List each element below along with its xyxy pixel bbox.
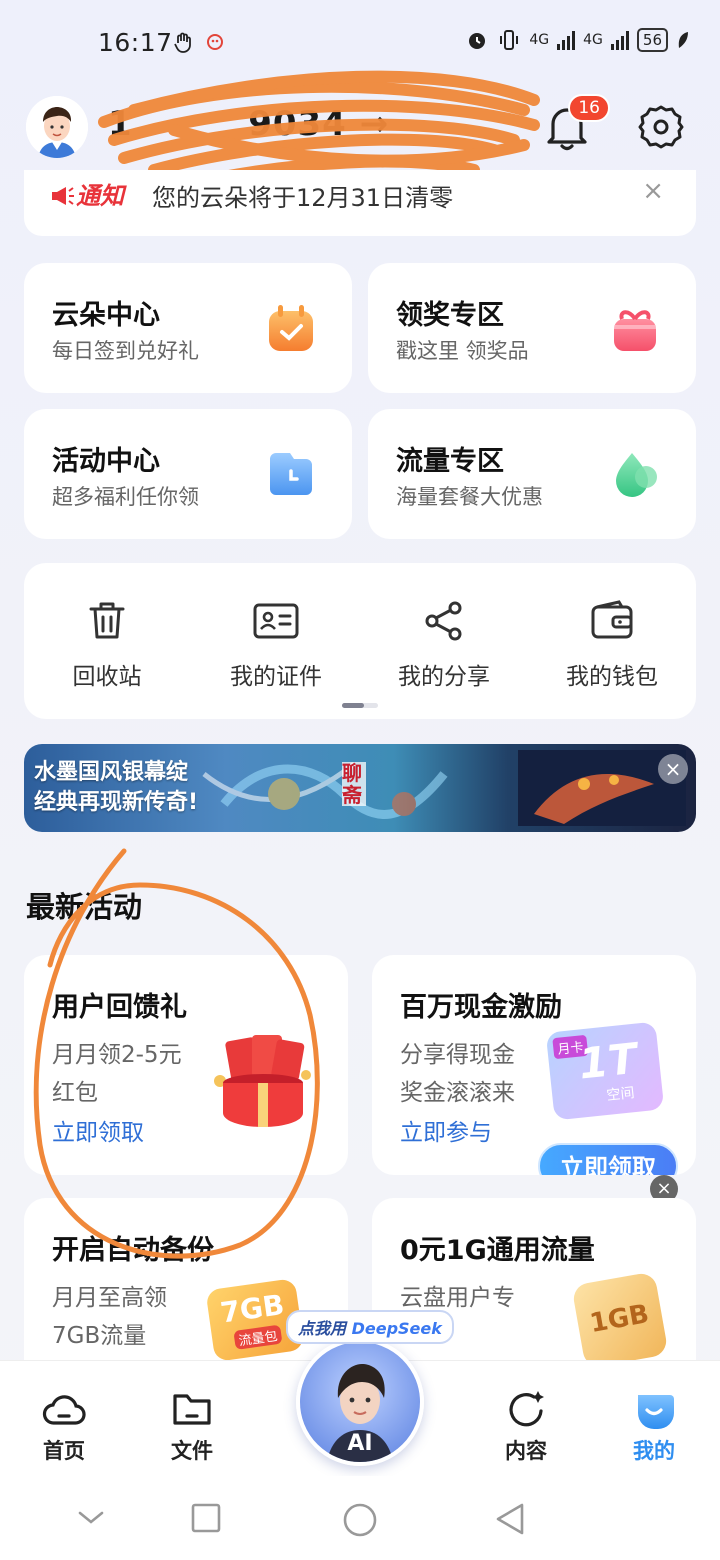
network-type-2: 4G <box>583 32 603 48</box>
card-cloud-center[interactable]: 云朵中心 每日签到兑好礼 <box>24 263 352 393</box>
tool-label: 我的钱包 <box>566 664 658 690</box>
tool-recycle-bin[interactable]: 回收站 <box>42 599 172 691</box>
tool-label: 我的证件 <box>230 664 322 690</box>
recent-apps-icon[interactable] <box>190 1502 222 1534</box>
card-subtitle: 超多福利任你领 <box>52 485 199 509</box>
notice-bar[interactable]: 通知 您的云朵将于12月31日清零 × <box>24 170 696 236</box>
data-pack-sub: 流量包 <box>233 1324 283 1350</box>
ai-assistant-button[interactable]: AI <box>296 1338 424 1466</box>
calendar-check-icon <box>269 305 313 351</box>
avatar[interactable] <box>26 96 88 158</box>
deepseek-label-prefix: 点我用 <box>298 1319 347 1338</box>
signal-icon <box>557 30 576 50</box>
status-left-icons <box>172 30 226 54</box>
megaphone-icon <box>52 187 74 205</box>
card-title: 云朵中心 <box>52 300 160 331</box>
notice-close-icon[interactable]: × <box>642 176 664 206</box>
id-card-icon <box>253 603 299 639</box>
tab-label: 我的 <box>633 1439 675 1463</box>
tab-mine[interactable]: 我的 <box>604 1389 704 1465</box>
smile-icon <box>638 1395 674 1429</box>
space-tile-sub: 空间 <box>605 1085 636 1104</box>
card-data-zone[interactable]: 流量专区 海量套餐大优惠 <box>368 409 696 539</box>
tab-label: 内容 <box>505 1439 547 1463</box>
system-nav-bar <box>0 1476 720 1560</box>
tab-label: 文件 <box>171 1439 213 1463</box>
notice-tag: 通知 <box>50 176 124 211</box>
data-coupon-text: 1GB <box>587 1299 652 1339</box>
tool-label: 回收站 <box>72 664 142 690</box>
data-coupon-deco: 1GB <box>571 1271 669 1369</box>
card-subtitle: 海量套餐大优惠 <box>396 485 543 509</box>
card-title: 活动中心 <box>52 446 160 477</box>
wallet-icon <box>591 600 633 639</box>
activity-title: 百万现金激励 <box>400 992 562 1023</box>
space-tile: 月卡 1T 空间 <box>545 1021 665 1121</box>
tab-home[interactable]: 首页 <box>14 1389 114 1465</box>
space-tile-text: 1T <box>576 1033 640 1089</box>
tools-panel: 回收站 我的证件 我的分享 我的钱包 <box>24 563 696 719</box>
cloud-icon <box>42 1395 86 1425</box>
banner-text: 水墨国风银幕绽 经典再现新传奇! <box>34 758 198 818</box>
profile-header: 1 9034 → 16 <box>24 70 696 191</box>
tool-my-wallet[interactable]: 我的钱包 <box>547 599 677 691</box>
vibrate-icon <box>500 30 519 50</box>
status-right: 4G 4G 56 <box>465 28 690 52</box>
banner-seal: 聊斋 <box>342 762 366 806</box>
avatar-icon <box>26 96 88 158</box>
status-time: 16:17 <box>98 28 173 57</box>
clock-icon <box>270 453 312 495</box>
share-icon <box>425 601 462 641</box>
deepseek-label-brand: DeepSeek <box>351 1319 442 1338</box>
refresh-sparkle-icon <box>509 1391 544 1427</box>
network-type-1: 4G <box>529 32 550 48</box>
tool-my-documents[interactable]: 我的证件 <box>211 599 341 691</box>
deepseek-label[interactable]: 点我用 DeepSeek <box>286 1310 454 1344</box>
card-subtitle: 戳这里 领奖品 <box>396 339 529 363</box>
chevron-down-icon[interactable] <box>76 1502 106 1532</box>
card-prize-zone[interactable]: 领奖专区 戳这里 领奖品 <box>368 263 696 393</box>
annotation-circle <box>33 848 320 1259</box>
signal-icon-2 <box>610 30 629 50</box>
gear-icon[interactable] <box>638 104 684 150</box>
tab-label: 首页 <box>43 1439 85 1463</box>
notification-badge: 16 <box>568 94 610 122</box>
card-title: 领奖专区 <box>396 300 504 331</box>
tool-my-shares[interactable]: 我的分享 <box>379 599 509 691</box>
page-indicator <box>342 703 378 708</box>
battery-indicator: 56 <box>636 28 668 52</box>
home-circle-icon[interactable] <box>342 1502 378 1538</box>
claim-now-button[interactable]: 立即领取 <box>538 1143 678 1175</box>
droplet-icon <box>616 453 657 497</box>
tab-content[interactable]: 内容 <box>476 1389 576 1465</box>
trash-icon <box>89 602 125 639</box>
assistant-icon <box>207 34 223 50</box>
activity-title: 0元1G通用流量 <box>400 1235 595 1266</box>
banner-line-1: 水墨国风银幕绽 <box>34 760 189 785</box>
banner-line-2: 经典再现新传奇! <box>34 790 199 815</box>
back-triangle-icon[interactable] <box>494 1502 526 1536</box>
card-title: 流量专区 <box>396 446 504 477</box>
folder-icon <box>173 1394 211 1425</box>
leaf-icon <box>678 32 688 48</box>
data-pack-text: 7GB <box>218 1287 287 1330</box>
notice-text: 您的云朵将于12月31日清零 <box>152 184 454 212</box>
promo-banner[interactable]: 水墨国风银幕绽 经典再现新传奇! 聊斋 × <box>24 744 696 832</box>
alarm-icon <box>469 33 486 49</box>
activity-line: 7GB流量 <box>52 1323 147 1349</box>
card-subtitle: 每日签到兑好礼 <box>52 339 199 363</box>
ai-label: AI <box>347 1431 373 1456</box>
hand-icon <box>174 32 191 53</box>
card-activity-center[interactable]: 活动中心 超多福利任你领 <box>24 409 352 539</box>
tab-files[interactable]: 文件 <box>142 1389 242 1465</box>
tool-label: 我的分享 <box>398 664 490 690</box>
banner-close-icon[interactable]: × <box>658 754 688 784</box>
participate-link[interactable]: 立即参与 <box>400 1113 492 1147</box>
activity-line: 云盘用户专 <box>400 1285 515 1311</box>
activity-card-cash-reward[interactable]: 百万现金激励 分享得现金 奖金滚滚来 立即参与 月卡 1T 空间 立即领取 <box>372 955 696 1175</box>
gift-icon <box>614 310 656 351</box>
activity-line: 分享得现金 <box>400 1042 515 1068</box>
activity-line: 奖金滚滚来 <box>400 1080 515 1106</box>
